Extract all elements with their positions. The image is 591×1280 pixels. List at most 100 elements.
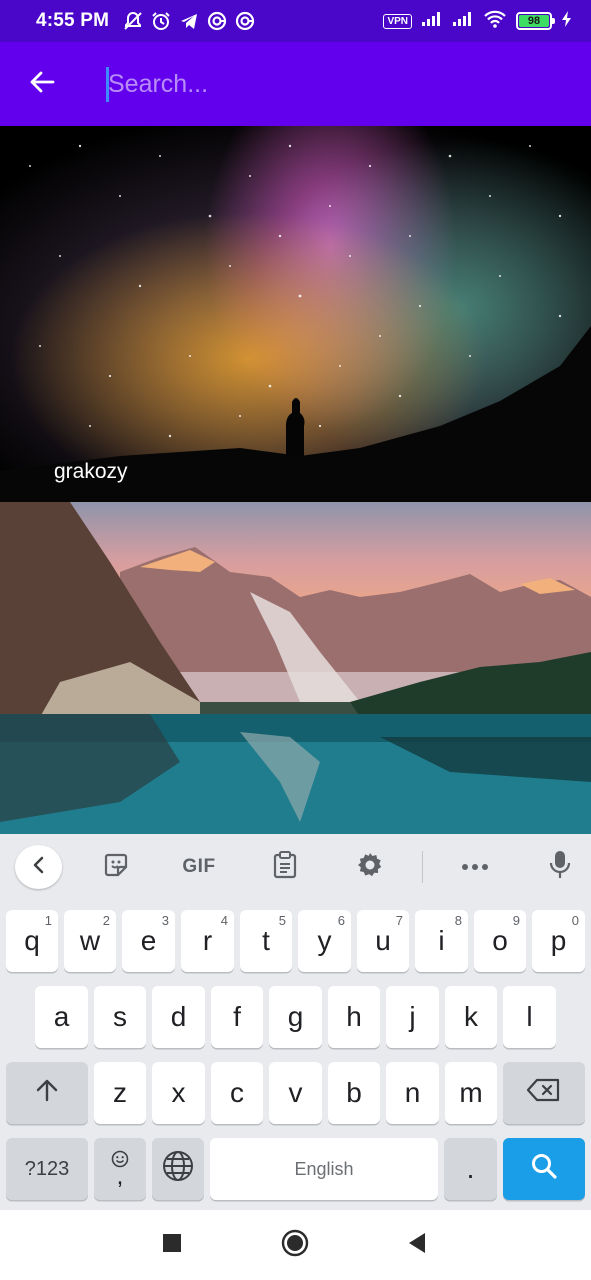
sticker-button[interactable] [94, 842, 138, 892]
key-g[interactable]: g [269, 986, 322, 1048]
key-y[interactable]: y6 [298, 910, 351, 972]
text-cursor [106, 67, 109, 102]
space-bar[interactable]: English [210, 1138, 438, 1200]
key-z[interactable]: z [94, 1062, 146, 1124]
key-a[interactable]: a [35, 986, 88, 1048]
key-l[interactable]: l [503, 986, 556, 1048]
status-time: 4:55 PM [36, 10, 110, 31]
clipboard-button[interactable] [263, 842, 307, 892]
key-hint: 5 [278, 913, 286, 928]
globe-icon [162, 1150, 194, 1189]
key-o[interactable]: o9 [474, 910, 526, 972]
key-q[interactable]: q1 [6, 910, 58, 972]
key-j[interactable]: j [386, 986, 439, 1048]
key-c[interactable]: c [211, 1062, 263, 1124]
key-hint: 0 [571, 913, 579, 928]
key-d[interactable]: d [152, 986, 205, 1048]
signal-icon [452, 11, 474, 32]
back-button[interactable] [0, 42, 84, 126]
clipboard-icon [273, 850, 297, 884]
key-p[interactable]: p0 [532, 910, 585, 972]
vpn-circle-icon [235, 11, 255, 31]
key-label: p [550, 925, 567, 956]
key-v[interactable]: v [269, 1062, 322, 1124]
key-label: w [79, 925, 101, 956]
emoji-comma-key[interactable]: , [94, 1138, 146, 1200]
key-label: l [526, 1001, 533, 1032]
more-horizontal-icon [461, 858, 489, 876]
key-f[interactable]: f [211, 986, 263, 1048]
key-m[interactable]: m [445, 1062, 497, 1124]
charging-icon [561, 10, 573, 33]
gif-button[interactable]: GIF [172, 842, 226, 892]
telegram-icon [179, 11, 199, 31]
voice-input-button[interactable] [538, 842, 582, 892]
home-button[interactable] [278, 1228, 312, 1262]
key-hint: 2 [102, 913, 110, 928]
toolbar-divider [422, 851, 423, 883]
period-key[interactable]: . [444, 1138, 497, 1200]
key-h[interactable]: h [328, 986, 380, 1048]
key-b[interactable]: b [328, 1062, 380, 1124]
search-app-bar [0, 42, 591, 126]
starfield-image [0, 144, 591, 502]
shift-key[interactable] [6, 1062, 88, 1124]
key-label: q [24, 925, 40, 956]
key-label: n [404, 1077, 421, 1108]
back-triangle-icon [406, 1231, 428, 1260]
key-label: y [317, 925, 332, 956]
settings-button[interactable] [348, 842, 392, 892]
key-n[interactable]: n [386, 1062, 439, 1124]
search-key[interactable] [503, 1138, 585, 1200]
microphone-icon [549, 850, 571, 885]
key-label: f [233, 1001, 241, 1032]
recents-button[interactable] [155, 1228, 189, 1262]
key-hint: 9 [512, 913, 520, 928]
language-key[interactable] [152, 1138, 204, 1200]
symbols-key[interactable]: ?123 [6, 1138, 88, 1200]
status-right-icons: VPN 98 [383, 10, 573, 33]
space-label: English [294, 1158, 354, 1179]
key-label: c [230, 1077, 244, 1108]
key-label: j [409, 1001, 416, 1032]
mountain-lake-image [0, 502, 591, 834]
key-x[interactable]: x [152, 1062, 205, 1124]
photo-author: grakozy [54, 460, 128, 483]
back-nav-button[interactable] [400, 1228, 434, 1262]
backspace-icon [526, 1077, 561, 1109]
search-input[interactable] [106, 69, 546, 99]
key-label: a [53, 1001, 70, 1032]
key-w[interactable]: w2 [64, 910, 116, 972]
key-i[interactable]: i8 [415, 910, 468, 972]
key-label: z [113, 1077, 127, 1108]
backspace-key[interactable] [503, 1062, 585, 1124]
more-button[interactable] [453, 842, 497, 892]
key-hint: 7 [395, 913, 403, 928]
result-card[interactable]: grakozy [0, 126, 591, 502]
key-r[interactable]: r4 [181, 910, 234, 972]
battery-indicator: 98 [516, 12, 555, 30]
key-label: v [288, 1077, 303, 1108]
keyboard-collapse-button[interactable] [15, 845, 62, 889]
key-t[interactable]: t5 [240, 910, 292, 972]
soft-keyboard: GIF q 1 w 2 e 3 r 4 t 5 y 6 u 7 i 8 o 9 … [0, 834, 591, 1210]
key-s[interactable]: s [94, 986, 146, 1048]
sticker-icon [103, 852, 129, 883]
vpn-circle-icon [207, 11, 227, 31]
battery-percent: 98 [527, 15, 541, 27]
status-bar: 4:55 PM VPN 98 [0, 0, 591, 42]
result-card[interactable] [0, 502, 591, 834]
screen: 4:55 PM VPN 98 Search... grakozy GIF q 1… [0, 0, 591, 1280]
search-field [106, 42, 591, 126]
key-k[interactable]: k [445, 986, 497, 1048]
key-e[interactable]: e3 [122, 910, 175, 972]
signal-icon [421, 11, 443, 32]
mute-bell-icon [123, 11, 143, 31]
recents-square-icon [162, 1233, 182, 1258]
chevron-left-icon [31, 855, 47, 880]
gif-label: GIF [182, 856, 216, 877]
key-label: t [262, 925, 270, 956]
key-u[interactable]: u7 [357, 910, 409, 972]
key-hint: 1 [44, 913, 52, 928]
wifi-icon [483, 10, 507, 33]
